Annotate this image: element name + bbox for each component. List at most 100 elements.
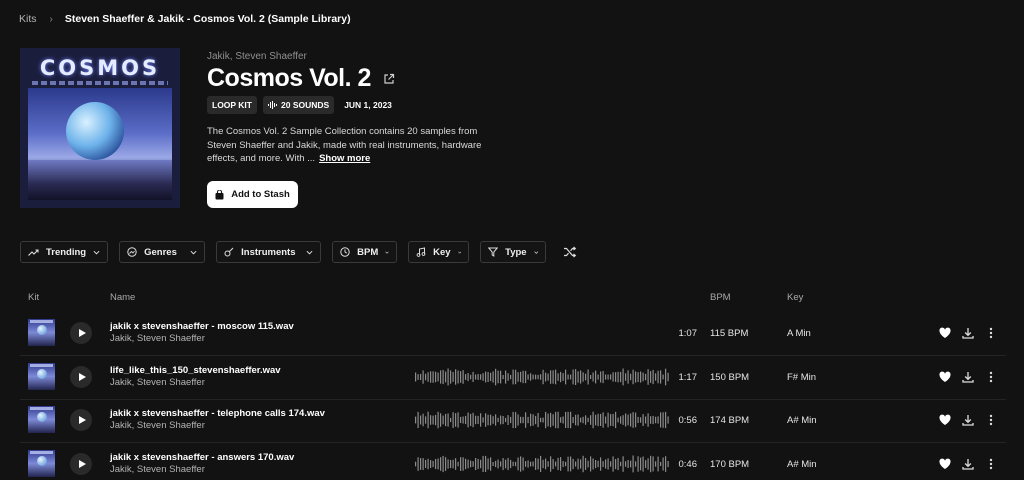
waveform-bar — [622, 415, 624, 425]
more-vertical-icon[interactable] — [984, 413, 998, 427]
waveform-bar — [537, 374, 539, 380]
waveform-bar — [482, 455, 484, 472]
sample-waveform[interactable] — [415, 368, 670, 386]
waveform-bar — [455, 369, 457, 385]
waveform-bar — [542, 459, 544, 469]
breadcrumb-kits-link[interactable]: Kits — [19, 13, 37, 25]
waveform-bar — [555, 411, 557, 429]
waveform-bar — [552, 459, 554, 469]
external-link-icon[interactable] — [383, 73, 395, 85]
waveform-bar — [422, 370, 424, 384]
download-icon[interactable] — [961, 326, 975, 340]
waveform-bar — [512, 369, 514, 385]
more-vertical-icon[interactable] — [984, 370, 998, 384]
sample-artists[interactable]: Jakik, Steven Shaeffer — [110, 420, 205, 431]
chevron-down-icon — [93, 250, 100, 255]
waveform-bar — [522, 370, 524, 384]
table-row[interactable]: jakik x stevenshaeffer - answers 170.wav… — [20, 444, 1006, 480]
waveform-bar — [577, 458, 579, 470]
thumb-planet — [37, 325, 47, 335]
more-vertical-icon[interactable] — [984, 457, 998, 471]
heart-icon[interactable] — [938, 457, 952, 471]
sample-duration: 1:07 — [678, 328, 698, 339]
pack-title-row: Cosmos Vol. 2 — [207, 64, 395, 93]
sample-waveform[interactable] — [415, 455, 670, 473]
row-play-button[interactable] — [70, 409, 92, 431]
waveform-bar — [567, 411, 569, 429]
sample-artists[interactable]: Jakik, Steven Shaeffer — [110, 464, 205, 475]
waveform-bar — [477, 415, 479, 424]
waveform-bar — [465, 458, 467, 470]
download-icon[interactable] — [961, 370, 975, 384]
sample-artists[interactable]: Jakik, Steven Shaeffer — [110, 333, 205, 344]
table-row[interactable]: life_like_this_150_stevenshaeffer.wav Ja… — [20, 357, 1006, 400]
heart-icon[interactable] — [938, 326, 952, 340]
waveform-bar — [472, 371, 474, 382]
waveform-bar — [627, 460, 629, 468]
row-play-button[interactable] — [70, 453, 92, 475]
kit-thumbnail[interactable] — [28, 363, 55, 390]
kit-thumbnail[interactable] — [28, 319, 55, 346]
waveform-bar — [612, 413, 614, 427]
waveform-bar — [442, 455, 444, 473]
filter-bpm[interactable]: BPM — [332, 241, 398, 263]
waveform-bar — [427, 372, 429, 382]
waveform-bar — [505, 417, 507, 423]
waveform-bar — [415, 416, 417, 424]
waveform-bar — [485, 413, 487, 427]
pack-badges: LOOP KIT 20 SOUNDS JUN 1, 2023 — [207, 96, 392, 114]
header-key[interactable]: Key — [787, 292, 803, 303]
waveform-bar — [632, 412, 634, 428]
header-name[interactable]: Name — [110, 292, 135, 303]
filter-bpm-label: BPM — [357, 246, 379, 258]
add-to-stash-button[interactable]: Add to Stash — [207, 181, 298, 208]
waveform-bar — [605, 416, 607, 424]
genres-icon — [127, 247, 137, 257]
waveform-bar — [655, 373, 657, 381]
filter-type-label: Type — [505, 246, 527, 258]
download-icon[interactable] — [961, 457, 975, 471]
sample-name[interactable]: jakik x stevenshaeffer - moscow 115.wav — [110, 321, 294, 332]
thumb-title-strip — [30, 364, 53, 367]
waveform-bar — [445, 457, 447, 471]
download-icon[interactable] — [961, 413, 975, 427]
kit-thumbnail[interactable] — [28, 406, 55, 433]
row-play-button[interactable] — [70, 322, 92, 344]
heart-icon[interactable] — [938, 370, 952, 384]
filter-instruments[interactable]: Instruments — [216, 241, 322, 263]
sample-name[interactable]: life_like_this_150_stevenshaeffer.wav — [110, 365, 281, 376]
more-vertical-icon[interactable] — [984, 326, 998, 340]
sample-name[interactable]: jakik x stevenshaeffer - answers 170.wav — [110, 452, 294, 463]
table-row[interactable]: jakik x stevenshaeffer - telephone calls… — [20, 400, 1006, 443]
cover-subtitle-strip — [32, 81, 168, 85]
sample-name[interactable]: jakik x stevenshaeffer - telephone calls… — [110, 408, 325, 419]
waveform-bar — [492, 371, 494, 383]
waveform-bar — [542, 369, 544, 385]
kit-thumbnail[interactable] — [28, 450, 55, 477]
cover-planet — [66, 102, 124, 160]
waveform-bar — [427, 411, 429, 429]
show-more-link[interactable]: Show more — [319, 153, 370, 164]
waveform-bar — [520, 456, 522, 472]
pack-artists[interactable]: Jakik, Steven Shaeffer — [207, 51, 307, 62]
heart-icon[interactable] — [938, 413, 952, 427]
waveform-bar — [522, 416, 524, 424]
sample-waveform[interactable] — [415, 411, 670, 429]
waveform-bar — [470, 413, 472, 426]
header-bpm[interactable]: BPM — [710, 292, 731, 303]
waveform-bar — [452, 372, 454, 382]
waveform-bar — [427, 458, 429, 470]
filter-genres[interactable]: Genres — [119, 241, 206, 263]
waveform-bar — [537, 413, 539, 428]
filter-key[interactable]: Key — [408, 241, 470, 263]
waveform-bar — [557, 411, 559, 429]
filter-type[interactable]: Type — [480, 241, 547, 263]
filter-trending[interactable]: Trending — [20, 241, 109, 263]
table-row[interactable]: jakik x stevenshaeffer - moscow 115.wav … — [20, 313, 1006, 356]
waveform-bar — [435, 371, 437, 383]
waveform-bar — [552, 370, 554, 384]
row-play-button[interactable] — [70, 366, 92, 388]
shuffle-icon[interactable] — [562, 244, 578, 260]
sample-artists[interactable]: Jakik, Steven Shaeffer — [110, 377, 205, 388]
waveform-bar — [440, 457, 442, 471]
